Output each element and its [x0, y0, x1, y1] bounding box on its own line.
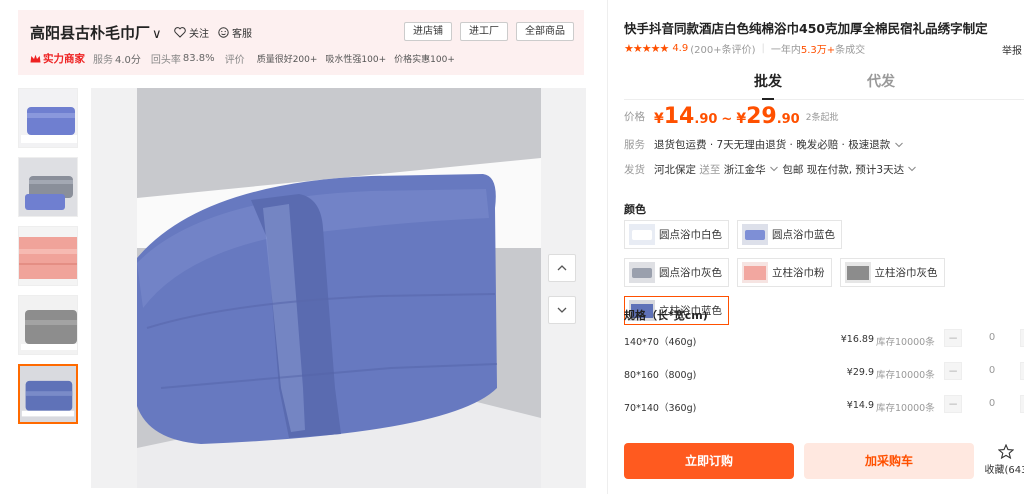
favorite-button[interactable]: 收藏(643	[984, 444, 1024, 476]
color-option[interactable]: 圆点浴巾白色	[624, 220, 729, 249]
tab-dropship[interactable]: 代发	[867, 71, 895, 91]
color-section-title: 颜色	[624, 203, 646, 216]
add-to-cart-button[interactable]: 加采购车	[804, 443, 974, 479]
shop-name[interactable]: 高阳县古朴毛巾厂 ∨	[30, 22, 162, 43]
heart-plus-icon	[174, 27, 186, 38]
thumb-gray-towel-stack[interactable]	[18, 157, 78, 217]
color-swatch	[742, 262, 768, 283]
customer-service-button[interactable]: 客服	[218, 25, 252, 40]
smile-icon	[218, 27, 229, 38]
quantity-increase-button[interactable]: +	[1020, 362, 1024, 380]
report-link[interactable]: 举报	[1002, 42, 1022, 57]
color-option[interactable]: 圆点浴巾灰色	[624, 258, 729, 287]
chevron-down-icon	[895, 142, 904, 147]
image-prev-button[interactable]	[548, 254, 576, 282]
quantity-input[interactable]: 0	[977, 362, 1007, 380]
chevron-down-icon	[908, 166, 917, 172]
service-row[interactable]: 服务 退货包运费 · 7天无理由退货 · 晚发必赔 · 极速退款	[624, 137, 904, 152]
color-swatch	[742, 224, 768, 245]
rating-row: ★★★★★ 4.9 (200+条评价) | 一年内 5.3万+ 条成交	[624, 41, 866, 56]
thumbnail-list	[18, 88, 80, 433]
color-swatch	[629, 262, 655, 283]
price-range: ¥14.90 ~ ¥29.90	[654, 104, 800, 129]
color-option[interactable]: 立柱浴巾粉	[737, 258, 832, 287]
strong-merchant-badge: 实力商家	[30, 51, 85, 66]
main-product-image[interactable]	[91, 88, 586, 488]
tab-wholesale[interactable]: 批发	[754, 71, 782, 100]
review-tag[interactable]: 质量很好200+	[257, 52, 318, 65]
quantity-input[interactable]: 0	[977, 395, 1007, 413]
destination-selector[interactable]: 浙江金华	[724, 164, 766, 176]
spec-row: 70*140（360g) ¥14.9 库存10000条 − 0 +	[624, 392, 1024, 420]
thumb-blue-towel-2[interactable]	[18, 364, 78, 424]
crown-icon	[30, 54, 41, 62]
quantity-increase-button[interactable]: +	[1020, 329, 1024, 347]
review-tag[interactable]: 吸水性强100+	[325, 52, 386, 65]
chevron-down-icon	[557, 307, 567, 313]
chevron-up-icon	[557, 265, 567, 271]
review-tag[interactable]: 价格实惠100+	[394, 52, 455, 65]
all-products-button[interactable]: 全部商品	[516, 22, 574, 41]
min-order-note: 2条起批	[805, 113, 839, 123]
spec-row: 140*70（460g) ¥16.89 库存10000条 − 0 +	[624, 326, 1024, 354]
shop-stats: 实力商家 服务 4.0分 回头率 83.8% 评价 质量很好200+ 吸水性强1…	[30, 51, 463, 66]
thumb-blue-towel-1[interactable]	[18, 88, 78, 148]
review-count-link[interactable]: (200+条评价)	[690, 41, 755, 56]
enter-factory-button[interactable]: 进工厂	[460, 22, 508, 41]
purchase-mode-tabs: 批发 代发	[624, 70, 1024, 100]
shipping-row: 发货 河北保定 送至 浙江金华 包邮 现在付款, 预计3天达	[624, 162, 917, 177]
image-next-button[interactable]	[548, 296, 576, 324]
thumb-gray-towel[interactable]	[18, 295, 78, 355]
price-row: 价格 ¥14.90 ~ ¥29.90 2条起批	[624, 104, 839, 129]
spec-row: 80*160（800g) ¥29.9 库存10000条 − 0 +	[624, 359, 1024, 387]
shop-header: 高阳县古朴毛巾厂 ∨ 关注 客服 进店铺 进工厂 全部商品 实力商家 服务 4.0…	[18, 10, 584, 75]
enter-shop-button[interactable]: 进店铺	[404, 22, 452, 41]
order-now-button[interactable]: 立即订购	[624, 443, 794, 479]
chevron-down-icon	[770, 166, 778, 172]
color-swatch	[844, 262, 871, 283]
star-icon	[998, 444, 1014, 459]
product-title: 快手抖音同款酒店白色纯棉浴巾450克加厚全棉民宿礼品绣字制定	[624, 21, 988, 36]
rating-stars-icon: ★★★★★	[624, 42, 669, 55]
quantity-decrease-button[interactable]: −	[944, 395, 962, 413]
quantity-increase-button[interactable]: +	[1020, 395, 1024, 413]
chevron-down-icon: ∨	[152, 27, 162, 42]
product-info-panel: 快手抖音同款酒店白色纯棉浴巾450克加厚全棉民宿礼品绣字制定 ★★★★★ 4.9…	[607, 0, 1024, 494]
color-option[interactable]: 立柱浴巾灰色	[839, 258, 945, 287]
quantity-decrease-button[interactable]: −	[944, 362, 962, 380]
follow-button[interactable]: 关注	[174, 25, 209, 40]
color-option[interactable]: 圆点浴巾蓝色	[737, 220, 842, 249]
color-swatch	[629, 224, 655, 245]
quantity-input[interactable]: 0	[977, 329, 1007, 347]
quantity-decrease-button[interactable]: −	[944, 329, 962, 347]
thumb-pink-towel[interactable]	[18, 226, 78, 286]
spec-section-title: 规格（长*宽cm)	[624, 309, 708, 322]
